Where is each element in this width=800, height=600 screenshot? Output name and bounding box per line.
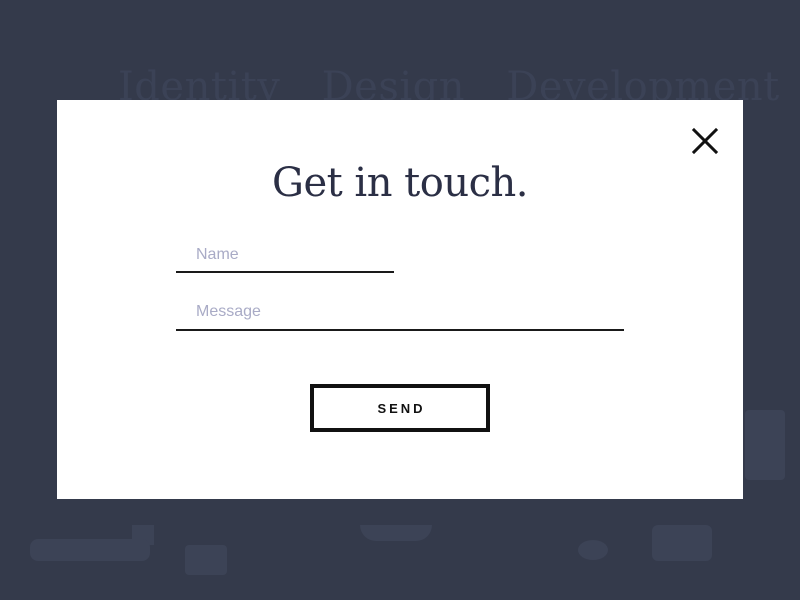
background-pencil-holder [745,410,785,480]
send-button[interactable]: SEND [310,384,490,432]
background-phone [185,545,227,575]
modal-title: Get in touch. [272,160,528,206]
close-icon [691,127,719,155]
contact-modal: Get in touch. SEND [57,100,743,499]
background-monitor-stand-right [652,525,712,561]
background-keyboard [30,539,150,561]
page-backdrop: Identity Design Development Get in touch… [0,0,800,600]
name-field[interactable] [176,238,394,273]
message-field[interactable] [176,295,624,331]
close-button[interactable] [690,126,720,156]
background-cup [578,540,608,560]
background-desk-illustration [0,410,800,600]
background-mouse [360,525,432,541]
